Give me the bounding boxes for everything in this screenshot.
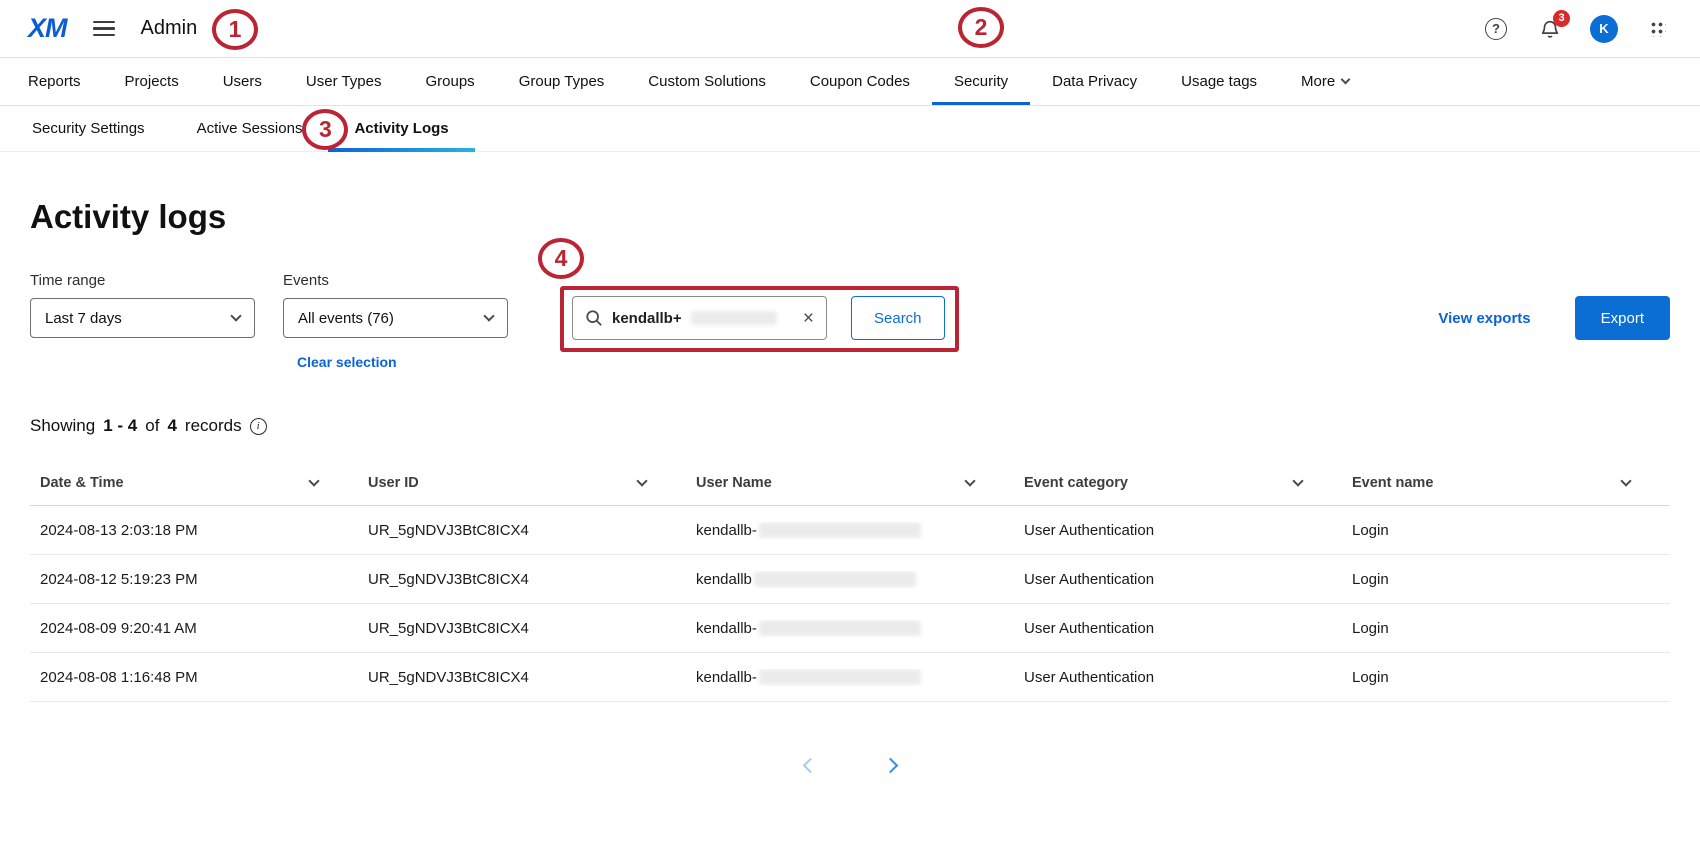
nav-tab-usage-tags[interactable]: Usage tags — [1159, 58, 1279, 105]
column-header-date-time: Date & Time — [30, 475, 358, 491]
nav-tab-custom-solutions[interactable]: Custom Solutions — [626, 58, 788, 105]
notification-badge: 3 — [1553, 10, 1570, 27]
chevron-down-icon — [483, 310, 494, 321]
nav-tab-user-types[interactable]: User Types — [284, 58, 404, 105]
subnav-tab-security-settings[interactable]: Security Settings — [6, 106, 171, 151]
help-icon — [1485, 18, 1507, 40]
time-range-filter: Time range Last 7 days — [30, 272, 255, 338]
table-row: 2024-08-12 5:19:23 PM UR_5gNDVJ3BtC8ICX4… — [30, 555, 1670, 604]
export-button[interactable]: Export — [1575, 296, 1670, 340]
help-button[interactable] — [1482, 15, 1510, 43]
results-summary: Showing 1 - 4 of 4 records — [30, 416, 1670, 436]
page-title: Activity logs — [30, 198, 1670, 236]
redacted-text — [759, 620, 921, 636]
column-menu-chevron-icon[interactable] — [1292, 475, 1303, 486]
column-menu-chevron-icon[interactable] — [636, 475, 647, 486]
main-content: Activity logs Time range Last 7 days Eve… — [0, 198, 1700, 822]
nav-tab-more[interactable]: More — [1279, 58, 1371, 105]
app-title: Admin — [141, 17, 198, 40]
hamburger-menu-icon[interactable] — [93, 21, 115, 37]
search-icon — [585, 309, 603, 327]
column-menu-chevron-icon[interactable] — [964, 475, 975, 486]
notifications-button[interactable]: 3 — [1536, 15, 1564, 43]
user-name-cell: kendallb- — [686, 669, 1014, 686]
nav-tab-data-privacy[interactable]: Data Privacy — [1030, 58, 1159, 105]
top-bar: XM Admin 1 3 K — [0, 0, 1700, 58]
nav-tab-coupon-codes[interactable]: Coupon Codes — [788, 58, 932, 105]
chevron-down-icon — [1341, 75, 1351, 85]
app-switcher-button[interactable] — [1644, 15, 1672, 43]
nav-tab-groups[interactable]: Groups — [403, 58, 496, 105]
table-header-row: Date & Time User ID User Name Event cate… — [30, 460, 1670, 506]
chevron-down-icon — [230, 310, 241, 321]
time-range-select[interactable]: Last 7 days — [30, 298, 255, 338]
pagination — [30, 748, 1670, 822]
export-actions: View exports Export — [1438, 296, 1670, 340]
column-header-event-category: Event category — [1014, 475, 1342, 491]
info-icon[interactable] — [250, 418, 267, 435]
security-subnav: Security Settings Active Sessions 3 Acti… — [0, 106, 1700, 152]
admin-nav: Reports Projects Users User Types Groups… — [0, 58, 1700, 106]
grid-apps-icon — [1650, 21, 1666, 37]
events-select[interactable]: All events (76) — [283, 298, 508, 338]
nav-tab-group-types[interactable]: Group Types — [497, 58, 627, 105]
next-page-button[interactable] — [873, 748, 907, 782]
subnav-tab-active-sessions[interactable]: Active Sessions 3 — [171, 106, 329, 151]
redacted-text — [691, 311, 777, 325]
column-menu-chevron-icon[interactable] — [1620, 475, 1631, 486]
nav-tab-security[interactable]: Security 2 — [932, 58, 1030, 105]
redacted-text — [759, 522, 921, 538]
redacted-text — [759, 669, 921, 685]
events-label: Events — [283, 272, 508, 289]
clear-selection-link[interactable]: Clear selection — [297, 354, 508, 370]
time-range-label: Time range — [30, 272, 255, 289]
redacted-text — [754, 571, 916, 587]
column-header-event-name: Event name — [1342, 475, 1670, 491]
user-name-cell: kendallb- — [686, 522, 1014, 539]
events-filter: Events All events (76) Clear selection — [283, 272, 508, 370]
table-row: 2024-08-08 1:16:48 PM UR_5gNDVJ3BtC8ICX4… — [30, 653, 1670, 702]
annotation-step-2: 2 — [958, 7, 1004, 48]
user-name-cell: kendallb- — [686, 620, 1014, 637]
search-value: kendallb+ — [612, 310, 682, 327]
chevron-left-icon — [802, 757, 818, 773]
clear-search-icon[interactable] — [803, 309, 814, 328]
chevron-right-icon — [882, 757, 898, 773]
user-name-cell: kendallb — [686, 571, 1014, 588]
search-group: 4 kendallb+ Search — [572, 296, 945, 340]
column-menu-chevron-icon[interactable] — [308, 475, 319, 486]
xm-logo: XM — [28, 13, 67, 44]
view-exports-link[interactable]: View exports — [1438, 310, 1530, 327]
nav-tab-projects[interactable]: Projects — [103, 58, 201, 105]
nav-tab-users[interactable]: Users — [201, 58, 284, 105]
annotation-step-4: 4 — [538, 238, 584, 279]
column-header-user-name: User Name — [686, 475, 1014, 491]
filters-row: Time range Last 7 days Events All events… — [30, 272, 1670, 370]
activity-logs-table: Date & Time User ID User Name Event cate… — [30, 460, 1670, 702]
search-button[interactable]: Search — [851, 296, 945, 340]
user-avatar[interactable]: K — [1590, 15, 1618, 43]
previous-page-button[interactable] — [793, 748, 827, 782]
annotation-step-1: 1 — [212, 9, 258, 50]
table-row: 2024-08-13 2:03:18 PM UR_5gNDVJ3BtC8ICX4… — [30, 506, 1670, 555]
activity-search-input[interactable]: kendallb+ — [572, 296, 827, 340]
topbar-actions: 3 K — [1482, 15, 1672, 43]
subnav-tab-activity-logs[interactable]: Activity Logs — [328, 106, 474, 151]
table-row: 2024-08-09 9:20:41 AM UR_5gNDVJ3BtC8ICX4… — [30, 604, 1670, 653]
nav-tab-reports[interactable]: Reports — [6, 58, 103, 105]
column-header-user-id: User ID — [358, 475, 686, 491]
